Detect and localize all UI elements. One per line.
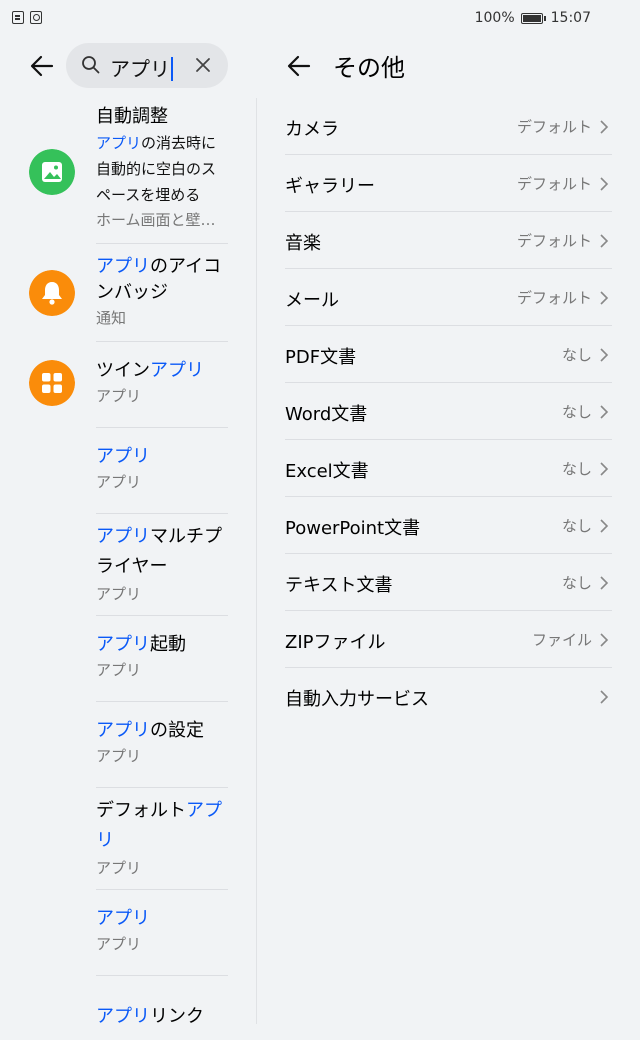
result-title: デフォルトアプリ <box>96 800 222 851</box>
item-value: デフォルト <box>516 289 592 307</box>
result-title: アプリ <box>96 908 150 929</box>
item-value: なし <box>561 517 592 535</box>
result-item[interactable]: アプリのアイコンバッジ 通知 <box>0 244 256 342</box>
result-item[interactable]: アプリの設定 アプリ <box>0 702 256 788</box>
default-apps-pane: その他 カメラ デフォルト ギャラリー デフォルト 音楽 デフォルト メール デフォルト… <box>257 38 640 1024</box>
item-label: ZIPファイル <box>285 632 386 653</box>
chevron-right-icon <box>600 519 609 533</box>
item-label: PDF文書 <box>285 347 357 368</box>
list-item-camera[interactable]: カメラ デフォルト <box>285 98 612 155</box>
item-label: テキスト文書 <box>285 575 393 596</box>
chevron-right-icon <box>600 633 609 647</box>
back-arrow-icon[interactable] <box>28 52 56 80</box>
result-category: アプリ <box>96 661 142 679</box>
result-title: アプリ起動 <box>96 634 186 655</box>
list-item-word[interactable]: Word文書 なし <box>285 383 612 440</box>
grid-icon <box>29 360 75 406</box>
search-pane: アプリ 自動調整 アプリの消去時に自動的に空白のスペースを埋める ホーム画面と壁… <box>0 38 256 1027</box>
result-desc: アプリの消去時に自動的に空白のスペースを埋める <box>96 134 217 204</box>
result-item[interactable]: アプリマルチプライヤー アプリ <box>0 514 256 616</box>
clipboard-icon <box>12 11 24 24</box>
item-label: カメラ <box>285 119 339 140</box>
result-title: ツインアプリ <box>96 360 204 381</box>
result-item[interactable]: デフォルトアプリ アプリ <box>0 788 256 890</box>
item-value: デフォルト <box>516 232 592 250</box>
item-value: なし <box>561 574 592 592</box>
result-category: アプリ <box>96 935 142 953</box>
list-item-mail[interactable]: メール デフォルト <box>285 269 612 326</box>
list-item-autofill[interactable]: 自動入力サービス <box>285 668 612 724</box>
list-item-zip[interactable]: ZIPファイル ファイル <box>285 611 612 668</box>
item-label: ギャラリー <box>285 176 375 197</box>
result-item[interactable]: 自動調整 アプリの消去時に自動的に空白のスペースを埋める ホーム画面と壁… <box>0 100 256 244</box>
result-title: アプリのアイコンバッジ <box>96 256 222 303</box>
list-item-powerpoint[interactable]: PowerPoint文書 なし <box>285 497 612 554</box>
item-value: なし <box>561 403 592 421</box>
chevron-right-icon <box>600 291 609 305</box>
result-category: アプリ <box>96 747 142 765</box>
item-label: PowerPoint文書 <box>285 518 421 539</box>
list-item-gallery[interactable]: ギャラリー デフォルト <box>285 155 612 212</box>
list-item-music[interactable]: 音楽 デフォルト <box>285 212 612 269</box>
result-category: ホーム画面と壁… <box>96 211 216 229</box>
item-value: デフォルト <box>516 175 592 193</box>
result-category: アプリ <box>96 859 142 877</box>
chevron-right-icon <box>600 177 609 191</box>
screen-record-icon <box>30 11 42 24</box>
text-caret <box>171 57 173 81</box>
list-item-excel[interactable]: Excel文書 なし <box>285 440 612 497</box>
result-title: アプリの設定 <box>96 720 204 741</box>
item-label: Excel文書 <box>285 461 369 482</box>
item-value: ファイル <box>531 631 592 649</box>
chevron-right-icon <box>600 576 609 590</box>
result-item[interactable]: アプリリンク <box>0 976 256 1040</box>
result-category: 通知 <box>96 309 127 327</box>
item-label: 音楽 <box>285 233 321 254</box>
default-apps-list: カメラ デフォルト ギャラリー デフォルト 音楽 デフォルト メール デフォルト PDF… <box>285 98 612 724</box>
status-bar: 100% 15:07 <box>0 0 640 38</box>
chevron-right-icon <box>600 690 609 704</box>
clear-icon[interactable] <box>194 56 212 74</box>
search-query: アプリ <box>110 57 170 81</box>
search-input[interactable]: アプリ <box>110 53 173 82</box>
result-item[interactable]: アプリ起動 アプリ <box>0 616 256 702</box>
item-label: Word文書 <box>285 404 368 425</box>
item-value: デフォルト <box>516 118 592 136</box>
result-item[interactable]: ツインアプリ アプリ <box>0 342 256 428</box>
list-item-pdf[interactable]: PDF文書 なし <box>285 326 612 383</box>
search-bar[interactable]: アプリ <box>66 43 228 88</box>
result-title: 自動調整 <box>96 106 168 127</box>
result-item[interactable]: アプリ アプリ <box>0 890 256 976</box>
back-arrow-icon[interactable] <box>285 52 313 80</box>
result-item[interactable]: アプリ アプリ <box>0 428 256 514</box>
result-title: アプリマルチプライヤー <box>96 526 222 577</box>
result-title: アプリ <box>96 446 150 467</box>
result-category: アプリ <box>96 387 142 405</box>
search-results: 自動調整 アプリの消去時に自動的に空白のスペースを埋める ホーム画面と壁… アプ… <box>0 100 256 1040</box>
status-right: 100% 15:07 <box>475 10 591 26</box>
item-label: メール <box>285 290 339 311</box>
item-value: なし <box>561 346 592 364</box>
notification-icons <box>12 11 42 24</box>
item-label: 自動入力サービス <box>285 689 429 710</box>
image-icon <box>29 149 75 195</box>
search-icon <box>82 56 100 74</box>
result-category: アプリ <box>96 473 142 491</box>
battery-percent: 100% <box>474 10 515 26</box>
chevron-right-icon <box>600 405 609 419</box>
page-title: その他 <box>333 54 405 82</box>
bell-icon <box>29 270 75 316</box>
chevron-right-icon <box>600 120 609 134</box>
list-item-text[interactable]: テキスト文書 なし <box>285 554 612 611</box>
clock: 15:07 <box>550 10 591 26</box>
result-title: アプリリンク <box>96 1006 204 1027</box>
chevron-right-icon <box>600 348 609 362</box>
chevron-right-icon <box>600 234 609 248</box>
item-value: なし <box>561 460 592 478</box>
battery-icon <box>520 12 546 24</box>
result-category: アプリ <box>96 585 142 603</box>
chevron-right-icon <box>600 462 609 476</box>
